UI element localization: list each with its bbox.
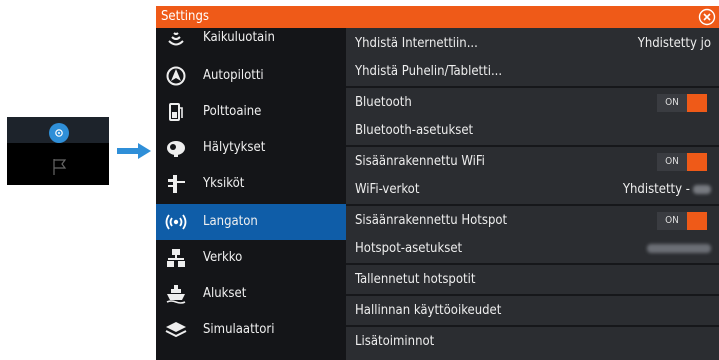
- menu-item-vessels[interactable]: Alukset: [156, 276, 346, 312]
- flag-icon: [53, 159, 67, 175]
- menu-label: Kaikuluotain: [203, 30, 275, 45]
- hotspot-toggle[interactable]: ON: [657, 212, 707, 230]
- toggle-state: ON: [657, 94, 687, 112]
- menu-label: Verkko: [203, 250, 243, 265]
- network-icon: [167, 249, 185, 267]
- saved-hotspots-row[interactable]: Tallennetut hotspotit: [346, 266, 719, 294]
- divider: [346, 325, 719, 327]
- settings-gear-icon: [49, 123, 69, 143]
- toggle-state: ON: [657, 212, 687, 230]
- menu-item-units[interactable]: Yksiköt: [156, 166, 346, 202]
- row-label: Bluetooth-asetukset: [355, 123, 474, 138]
- autopilot-icon: [166, 66, 186, 86]
- wifi-toggle[interactable]: ON: [657, 153, 707, 171]
- hotspot-settings-row[interactable]: Hotspot-asetukset: [346, 235, 719, 263]
- row-label: Sisäänrakennettu Hotspot: [355, 213, 508, 228]
- menu-label: Alukset: [203, 286, 247, 301]
- row-label: Sisäänrakennettu WiFi: [355, 154, 485, 169]
- menu-item-fuel[interactable]: Polttoaine: [156, 94, 346, 130]
- bluetooth-settings-row[interactable]: Bluetooth-asetukset: [346, 117, 719, 145]
- hotspot-name: [644, 235, 711, 263]
- toggle-state: ON: [657, 153, 687, 171]
- row-label: Yhdistä Puhelin/Tabletti...: [355, 64, 503, 79]
- bluetooth-row[interactable]: Bluetooth ON: [346, 89, 719, 117]
- row-label: WiFi-verkot: [355, 182, 420, 197]
- home-screen-thumbnail: [7, 117, 109, 185]
- row-label: Yhdistä Internettiin...: [355, 36, 478, 51]
- row-label: Bluetooth: [355, 95, 412, 110]
- menu-label: Langaton: [203, 214, 258, 229]
- row-label: Hallinnan käyttöoikeudet: [355, 303, 502, 318]
- connect-phone-row[interactable]: Yhdistä Puhelin/Tabletti...: [346, 58, 719, 86]
- wifi-network-status: Yhdistetty -: [623, 176, 711, 204]
- hotspot-row[interactable]: Sisäänrakennettu Hotspot ON: [346, 207, 719, 235]
- settings-window: Settings Kaikuluotain Autopilotti Poltto…: [156, 6, 719, 360]
- connection-status: Yhdistetty jo: [637, 36, 711, 51]
- wireless-icon: [165, 214, 187, 230]
- menu-label: Autopilotti: [203, 68, 264, 83]
- menu-item-alarms[interactable]: Hälytykset: [156, 130, 346, 166]
- menu-item-network[interactable]: Verkko: [156, 240, 346, 276]
- toggle-knob: [687, 94, 707, 112]
- menu-item-autopilot[interactable]: Autopilotti: [156, 58, 346, 94]
- toggle-knob: [687, 153, 707, 171]
- redacted-hotspot-name: [647, 244, 711, 253]
- settings-menu: Kaikuluotain Autopilotti Polttoaine Häly…: [156, 28, 346, 360]
- redacted-network-name: [693, 185, 711, 194]
- wifi-row[interactable]: Sisäänrakennettu WiFi ON: [346, 148, 719, 176]
- menu-label: Yksiköt: [203, 176, 245, 191]
- sonar-icon: [168, 32, 184, 46]
- menu-item-wireless[interactable]: Langaton: [156, 204, 346, 240]
- pointer-arrow-icon: [117, 143, 151, 159]
- menu-label: Polttoaine: [203, 104, 262, 119]
- wifi-status-text: Yhdistetty -: [622, 182, 690, 197]
- alarm-icon: [167, 141, 185, 157]
- fuel-icon: [169, 103, 183, 121]
- divider: [346, 86, 719, 88]
- menu-label: Simulaattori: [203, 322, 275, 337]
- row-label: Lisätoiminnot: [355, 334, 435, 349]
- divider: [346, 294, 719, 296]
- more-options-row[interactable]: Lisätoiminnot: [346, 328, 719, 356]
- menu-label: Hälytykset: [203, 140, 266, 155]
- toggle-knob: [687, 212, 707, 230]
- menu-item-sonar[interactable]: Kaikuluotain: [156, 20, 346, 56]
- bluetooth-toggle[interactable]: ON: [657, 94, 707, 112]
- divider: [346, 145, 719, 147]
- menu-item-simulator[interactable]: Simulaattori: [156, 312, 346, 348]
- admin-rights-row[interactable]: Hallinnan käyttöoikeudet: [346, 297, 719, 325]
- close-icon[interactable]: [698, 8, 716, 26]
- row-label: Tallennetut hotspotit: [355, 272, 476, 287]
- connect-internet-row[interactable]: Yhdistä Internettiin... Yhdistetty jo: [346, 30, 719, 58]
- wifi-networks-row[interactable]: WiFi-verkot Yhdistetty -: [346, 176, 719, 204]
- divider: [346, 204, 719, 206]
- row-label: Hotspot-asetukset: [355, 241, 463, 256]
- divider: [346, 263, 719, 265]
- settings-content: Yhdistä Internettiin... Yhdistetty jo Yh…: [346, 28, 719, 360]
- vessels-icon: [166, 285, 186, 304]
- simulator-icon: [165, 322, 187, 338]
- units-icon: [168, 175, 185, 193]
